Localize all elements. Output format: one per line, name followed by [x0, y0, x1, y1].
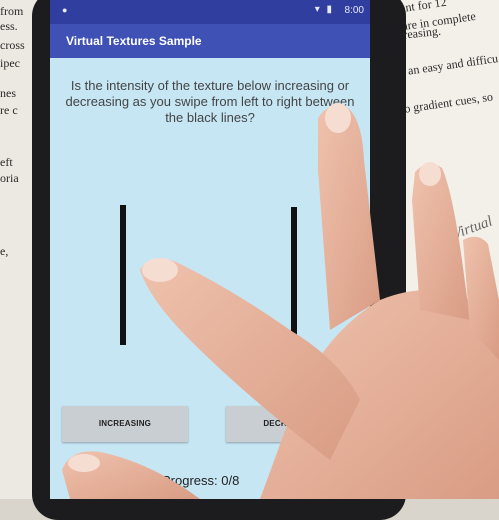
- hand-illustration: [62, 103, 499, 499]
- fingernail: [325, 103, 351, 133]
